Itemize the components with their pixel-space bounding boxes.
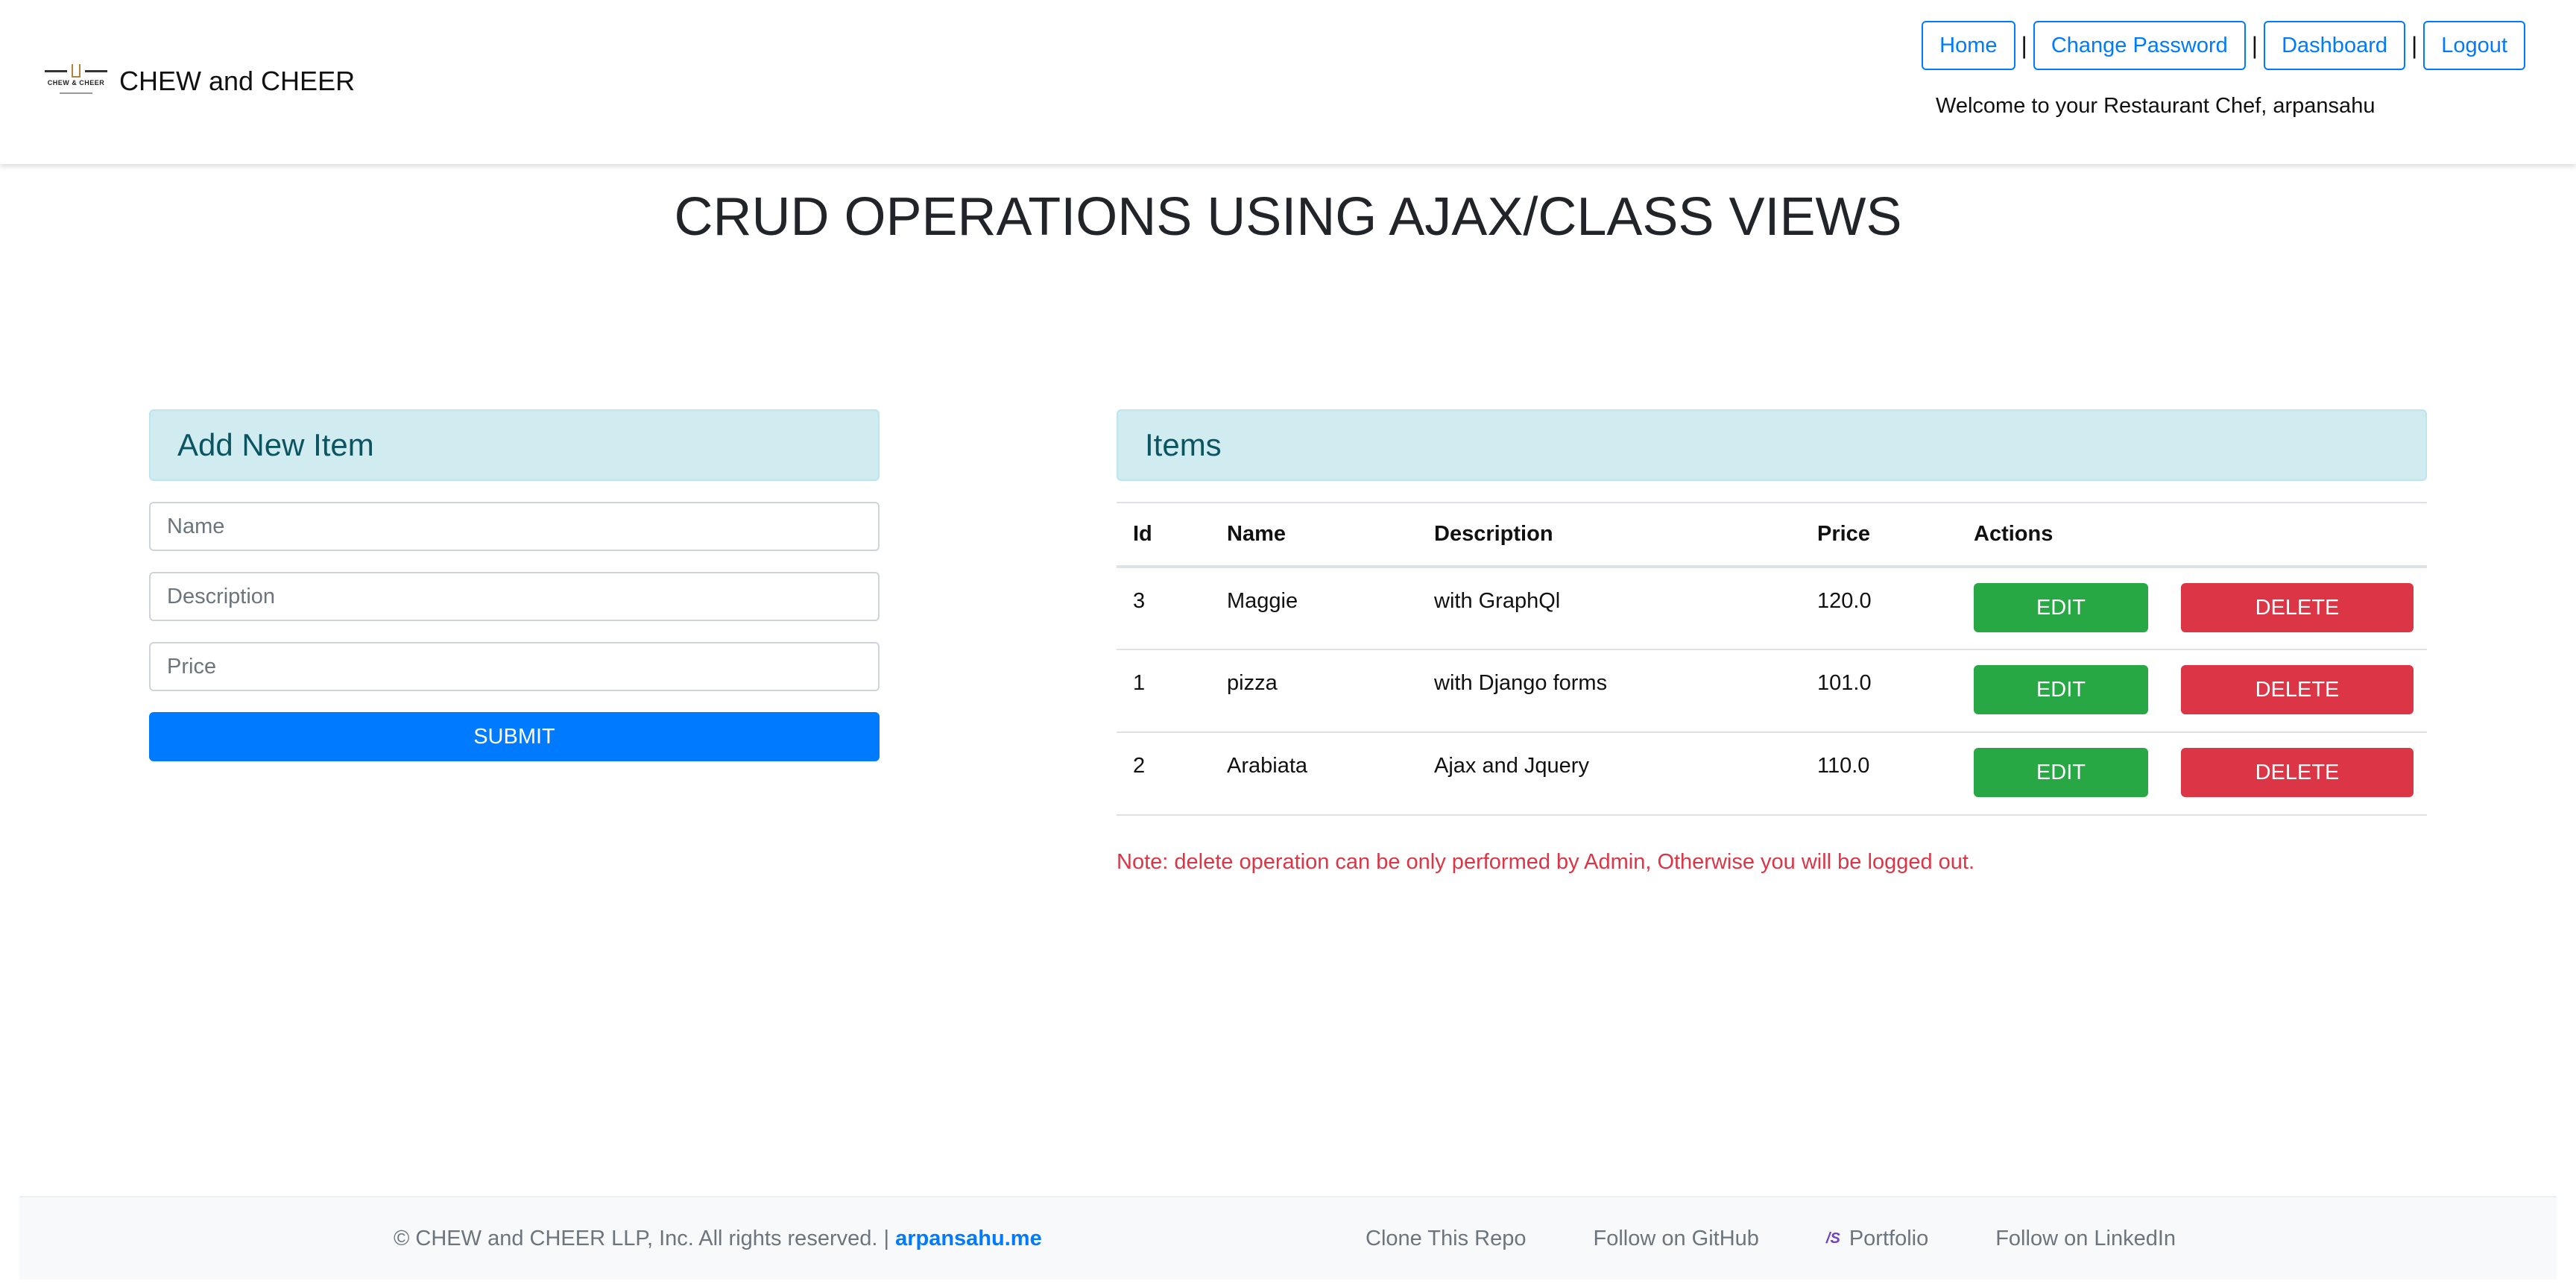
- column-header-description: Description: [1418, 502, 1801, 568]
- logout-button[interactable]: Logout: [2423, 21, 2525, 70]
- items-panel: Items Id Name Description Price Actions …: [1117, 409, 2427, 875]
- item-id: 2: [1117, 732, 1210, 816]
- item-price: 110.0: [1801, 732, 1957, 816]
- item-name: Maggie: [1210, 567, 1418, 650]
- delete-cell: DELETE: [2165, 649, 2427, 733]
- items-table: Id Name Description Price Actions 3 Magg…: [1117, 502, 2427, 816]
- delete-cell: DELETE: [2165, 732, 2427, 816]
- brand-name[interactable]: CHEW and CHEER: [119, 66, 355, 97]
- table-row: 1 pizza with Django forms 101.0 EDIT DEL…: [1117, 649, 2427, 733]
- item-price: 101.0: [1801, 649, 1957, 733]
- footer-copyright: © CHEW and CHEER LLP, Inc. All rights re…: [394, 1226, 890, 1250]
- delete-button[interactable]: DELETE: [2181, 665, 2414, 714]
- delete-cell: DELETE: [2165, 567, 2427, 650]
- price-input[interactable]: [149, 642, 880, 691]
- brand-logo: CHEW & CHEER: [45, 61, 107, 101]
- name-input[interactable]: [149, 502, 880, 551]
- item-description: with GraphQl: [1418, 567, 1801, 650]
- edit-button[interactable]: EDIT: [1974, 665, 2148, 714]
- column-header-actions: Actions: [1957, 502, 2165, 568]
- item-id: 1: [1117, 649, 1210, 733]
- column-header-id: Id: [1117, 502, 1210, 568]
- nav-links: Home | Change Password | Dashboard | Log…: [1922, 21, 2525, 70]
- nav-separator: |: [2021, 31, 2027, 59]
- edit-button[interactable]: EDIT: [1974, 583, 2148, 632]
- item-id: 3: [1117, 567, 1210, 650]
- edit-cell: EDIT: [1957, 732, 2165, 816]
- item-name: Arabiata: [1210, 732, 1418, 816]
- dashboard-button[interactable]: Dashboard: [2264, 21, 2405, 70]
- portfolio-label: Portfolio: [1849, 1226, 1929, 1250]
- github-link[interactable]: Follow on GitHub: [1593, 1227, 1758, 1251]
- footer-links: Clone This Repo Follow on GitHub /S Port…: [1366, 1227, 2243, 1251]
- nav-separator: |: [2251, 31, 2258, 59]
- add-item-form: Add New Item SUBMIT: [149, 409, 880, 761]
- item-description: with Django forms: [1418, 649, 1801, 733]
- nav-separator: |: [2411, 31, 2418, 59]
- footer-site-link[interactable]: arpansahu.me: [895, 1227, 1042, 1250]
- edit-button[interactable]: EDIT: [1974, 748, 2148, 797]
- column-header-price: Price: [1801, 502, 1957, 568]
- column-header-empty: [2165, 502, 2427, 568]
- clone-repo-link[interactable]: Clone This Repo: [1366, 1227, 1526, 1251]
- items-header: Items: [1117, 409, 2427, 481]
- column-header-name: Name: [1210, 502, 1418, 568]
- delete-button[interactable]: DELETE: [2181, 583, 2414, 632]
- table-row: 2 Arabiata Ajax and Jquery 110.0 EDIT DE…: [1117, 732, 2427, 816]
- item-description: Ajax and Jquery: [1418, 732, 1801, 816]
- description-input[interactable]: [149, 572, 880, 621]
- footer: © CHEW and CHEER LLP, Inc. All rights re…: [19, 1196, 2557, 1280]
- home-button[interactable]: Home: [1922, 21, 2015, 70]
- welcome-message: Welcome to your Restaurant Chef, arpansa…: [1936, 94, 2375, 118]
- change-password-button[interactable]: Change Password: [2033, 21, 2246, 70]
- table-header-row: Id Name Description Price Actions: [1117, 502, 2427, 568]
- delete-note: Note: delete operation can be only perfo…: [1117, 850, 1975, 874]
- table-row: 3 Maggie with GraphQl 120.0 EDIT DELETE: [1117, 567, 2427, 650]
- edit-cell: EDIT: [1957, 567, 2165, 650]
- portfolio-link[interactable]: /S Portfolio: [1826, 1227, 1928, 1251]
- edit-cell: EDIT: [1957, 649, 2165, 733]
- navbar: CHEW & CHEER CHEW and CHEER Home | Chang…: [0, 0, 2576, 164]
- item-price: 120.0: [1801, 567, 1957, 650]
- linkedin-link[interactable]: Follow on LinkedIn: [1995, 1227, 2176, 1251]
- page-title: CRUD OPERATIONS USING AJAX/CLASS VIEWS: [674, 187, 1902, 247]
- footer-copyright-block: © CHEW and CHEER LLP, Inc. All rights re…: [394, 1227, 1042, 1251]
- brand[interactable]: CHEW & CHEER CHEW and CHEER: [45, 61, 355, 101]
- item-name: pizza: [1210, 649, 1418, 733]
- logo-text: CHEW & CHEER: [47, 79, 105, 86]
- submit-button[interactable]: SUBMIT: [149, 712, 880, 761]
- portfolio-icon: /S: [1825, 1230, 1840, 1247]
- add-item-header: Add New Item: [149, 409, 880, 481]
- delete-button[interactable]: DELETE: [2181, 748, 2414, 797]
